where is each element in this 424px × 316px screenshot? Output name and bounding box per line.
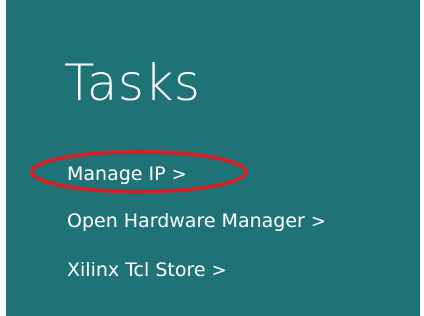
task-xilinx-tcl-store-link[interactable]: Xilinx Tcl Store > [67, 261, 227, 280]
task-open-hardware-manager-link[interactable]: Open Hardware Manager > [67, 212, 326, 231]
screenshot-frame: Tasks Manage IP > Open Hardware Manager > … [0, 0, 424, 316]
tasks-panel: Tasks Manage IP > Open Hardware Manager > … [6, 0, 420, 316]
tasks-heading: Tasks [64, 54, 201, 112]
chevron-right-icon: > [310, 211, 326, 232]
task-label: Manage IP [67, 163, 166, 185]
chevron-right-icon: > [211, 260, 227, 281]
task-label: Open Hardware Manager [67, 210, 305, 232]
task-label: Xilinx Tcl Store [67, 259, 206, 281]
chevron-right-icon: > [171, 164, 187, 185]
task-manage-ip-link[interactable]: Manage IP > [67, 165, 187, 184]
